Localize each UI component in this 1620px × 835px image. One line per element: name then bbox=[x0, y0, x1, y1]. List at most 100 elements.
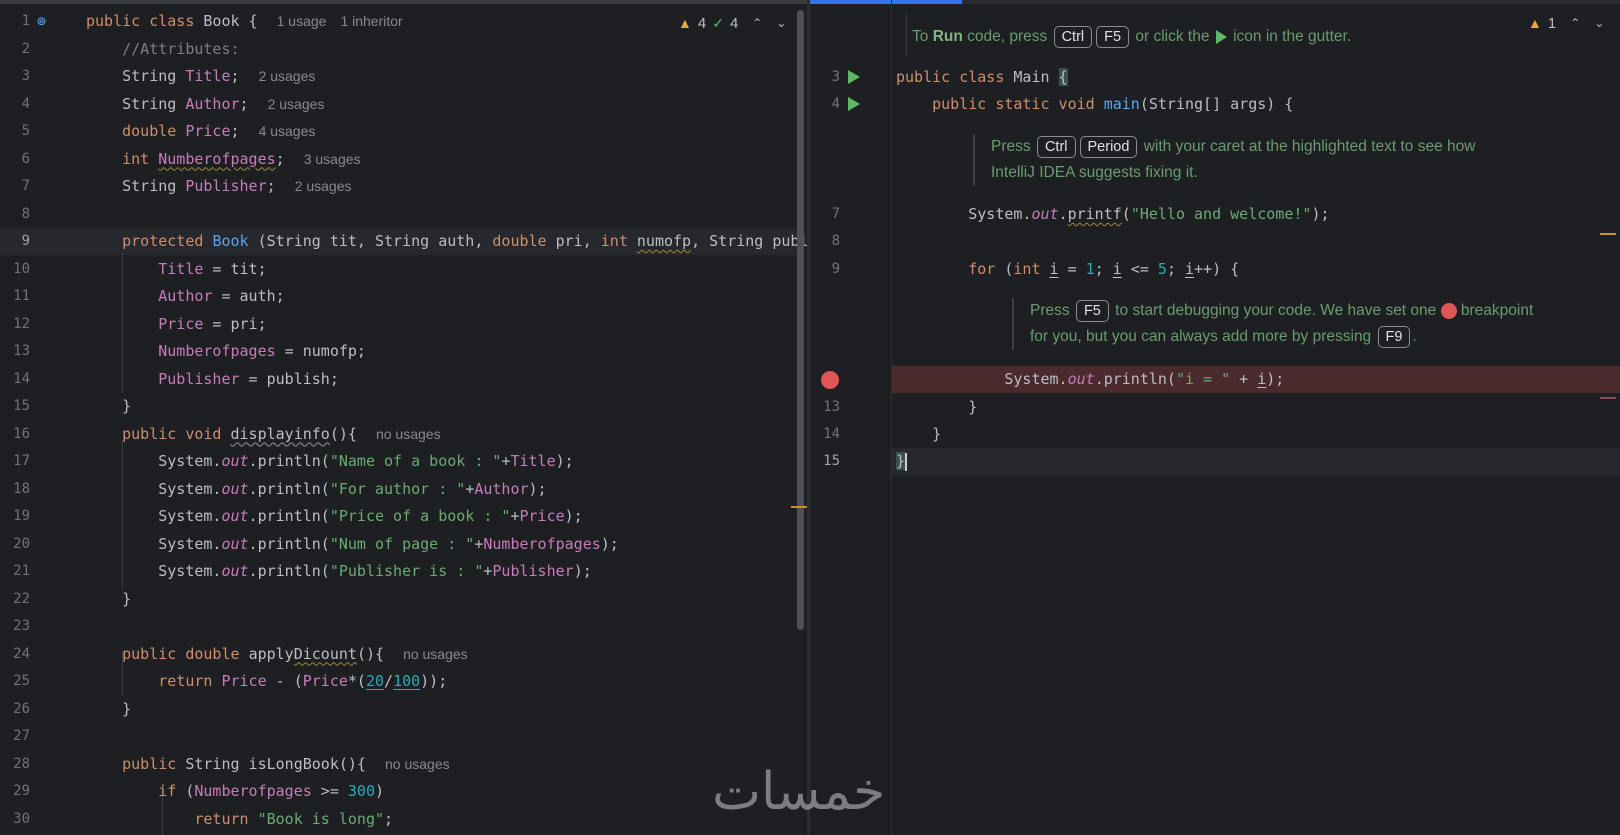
line-number: 23 bbox=[13, 618, 30, 634]
line-number: 30 bbox=[13, 810, 30, 827]
line-number: 13 bbox=[823, 399, 840, 415]
chevron-up-icon[interactable]: ⌃ bbox=[752, 16, 762, 30]
line-number: 26 bbox=[13, 700, 30, 717]
line-number: 5 bbox=[21, 123, 30, 139]
code-line[interactable]: String Title; 2 usages bbox=[86, 63, 315, 90]
code-line[interactable]: return "Book is long"; bbox=[86, 806, 393, 833]
line-number: 7 bbox=[21, 178, 30, 194]
active-tab-indicator[interactable] bbox=[810, 0, 962, 4]
code-line[interactable]: public class Book { 1 usage 1 inheritor bbox=[86, 8, 403, 35]
tip-text: IntelliJ IDEA suggests fixing it. bbox=[991, 164, 1198, 181]
error-stripe-mark[interactable] bbox=[791, 506, 807, 508]
line-number: 20 bbox=[13, 535, 30, 552]
code-line[interactable]: public double applyDicount(){ no usages bbox=[86, 641, 468, 668]
run-main-icon[interactable] bbox=[848, 97, 860, 111]
line-number: 8 bbox=[21, 205, 30, 222]
code-line[interactable]: } bbox=[896, 421, 941, 448]
tip-text: icon in the gutter. bbox=[1228, 28, 1352, 45]
code-line[interactable]: System.out.println("Publisher is : "+Pub… bbox=[86, 558, 592, 585]
line-number: 17 bbox=[13, 453, 30, 469]
line-number: 4 bbox=[831, 96, 840, 112]
line-number: 21 bbox=[13, 563, 30, 579]
code-line[interactable]: return Price - (Price*(20/100)); bbox=[86, 668, 447, 695]
code-line[interactable]: } bbox=[896, 394, 977, 421]
left-vertical-scrollbar[interactable] bbox=[797, 10, 804, 630]
left-editor[interactable]: ⊚ 1 public class Book { 1 usage 1 inherito… bbox=[0, 0, 807, 835]
chevron-down-icon[interactable]: ⌄ bbox=[776, 16, 786, 30]
line-number: 15 bbox=[13, 398, 30, 414]
tip-text: Press bbox=[991, 138, 1035, 155]
error-stripe-mark[interactable] bbox=[1600, 233, 1616, 235]
line-number: 6 bbox=[21, 150, 30, 167]
fix-tip: Press Ctrl Period with your caret at the … bbox=[973, 134, 1475, 186]
kbd-key: F5 bbox=[1096, 26, 1130, 48]
code-line[interactable]: for (int i = 1; i <= 5; i++) { bbox=[896, 256, 1239, 283]
line-number: 22 bbox=[13, 590, 30, 607]
right-tab-strip bbox=[810, 0, 1620, 4]
right-inspection-widget[interactable]: ▲ 1 ⌃ ⌄ bbox=[1528, 10, 1604, 36]
watermark-logo: خمسات bbox=[712, 762, 886, 822]
code-line[interactable]: public static void main(String[] args) { bbox=[896, 91, 1293, 118]
right-editor[interactable]: To Run code, press Ctrl F5 or click the i… bbox=[810, 0, 1620, 835]
code-line[interactable]: Price = pri; bbox=[86, 311, 266, 338]
code-line[interactable]: Numberofpages = numofp; bbox=[86, 338, 366, 365]
code-line[interactable]: //Attributes: bbox=[86, 36, 239, 63]
run-class-icon[interactable] bbox=[848, 70, 860, 84]
line-number: 8 bbox=[831, 233, 840, 249]
line-number: 19 bbox=[13, 508, 30, 524]
warning-icon: ▲ bbox=[678, 15, 692, 31]
line-number: 29 bbox=[13, 783, 30, 799]
line-number: 25 bbox=[13, 673, 30, 689]
chevron-up-icon[interactable]: ⌃ bbox=[1570, 16, 1580, 30]
code-line[interactable]: if (Numberofpages >= 300) bbox=[86, 778, 384, 805]
weak-warning-count: 4 bbox=[729, 14, 739, 32]
code-line[interactable]: } bbox=[86, 586, 131, 613]
line-number: 16 bbox=[13, 425, 30, 442]
line-number bbox=[810, 366, 840, 393]
line-number: 13 bbox=[13, 343, 30, 359]
breakpoint-stripe-mark[interactable] bbox=[1600, 397, 1616, 399]
left-inspection-widget[interactable]: ▲ 4 ✓ 4 ⌃ ⌄ bbox=[678, 10, 786, 36]
code-line[interactable]: protected Book (String tit, String auth,… bbox=[86, 228, 807, 255]
code-line[interactable]: String Author; 2 usages bbox=[86, 91, 324, 118]
code-line[interactable]: double Price; 4 usages bbox=[86, 118, 315, 145]
code-line[interactable]: public class Main { bbox=[896, 64, 1068, 91]
warning-count: 1 bbox=[1547, 14, 1557, 32]
left-tab-strip bbox=[0, 0, 807, 4]
run-icon bbox=[1215, 29, 1227, 44]
chevron-down-icon[interactable]: ⌄ bbox=[1594, 16, 1604, 30]
code-line[interactable]: System.out.println("Price of a book : "+… bbox=[86, 503, 582, 530]
code-line[interactable]: Publisher = publish; bbox=[86, 366, 339, 393]
code-line[interactable]: } bbox=[86, 696, 131, 723]
implemented-icon[interactable]: ⊚ bbox=[37, 12, 46, 30]
code-line[interactable]: System.out.println("For author : "+Autho… bbox=[86, 476, 546, 503]
code-line[interactable]: System.out.println("Name of a book : "+T… bbox=[86, 448, 573, 475]
code-line[interactable]: System.out.println("Num of page : "+Numb… bbox=[86, 531, 619, 558]
code-line[interactable]: } bbox=[896, 448, 908, 475]
line-number: 9 bbox=[21, 233, 30, 249]
code-line[interactable]: public void displayinfo(){ no usages bbox=[86, 421, 440, 448]
code-line[interactable]: int Numberofpages; 3 usages bbox=[86, 146, 360, 173]
code-line[interactable]: String Publisher; 2 usages bbox=[86, 173, 351, 200]
code-line[interactable]: Title = tit; bbox=[86, 256, 266, 283]
line-number: 18 bbox=[13, 480, 30, 497]
code-line[interactable]: } bbox=[86, 393, 131, 420]
code-line[interactable]: System.out.printf("Hello and welcome!"); bbox=[896, 201, 1329, 228]
tip-text: . bbox=[1412, 328, 1417, 345]
code-line[interactable]: System.out.println("i = " + i); bbox=[896, 366, 1284, 393]
line-number: 12 bbox=[13, 315, 30, 332]
kbd-key: Ctrl bbox=[1053, 26, 1093, 48]
kbd-key: Ctrl bbox=[1036, 136, 1076, 158]
code-line[interactable]: Author = auth; bbox=[86, 283, 284, 310]
tip-text: to start debugging your code. We have se… bbox=[1110, 302, 1441, 319]
warning-icon: ▲ bbox=[1528, 15, 1542, 31]
line-number: 9 bbox=[831, 261, 840, 277]
line-number: 7 bbox=[831, 206, 840, 222]
tip-text: breakpoint bbox=[1456, 302, 1534, 319]
current-line-highlight bbox=[892, 448, 1620, 475]
code-line[interactable]: public String isLongBook(){ no usages bbox=[86, 751, 449, 778]
line-number: 4 bbox=[21, 95, 30, 112]
weak-warning-icon: ✓ bbox=[712, 14, 724, 31]
line-number: 27 bbox=[13, 728, 30, 744]
line-number: 10 bbox=[13, 260, 30, 277]
